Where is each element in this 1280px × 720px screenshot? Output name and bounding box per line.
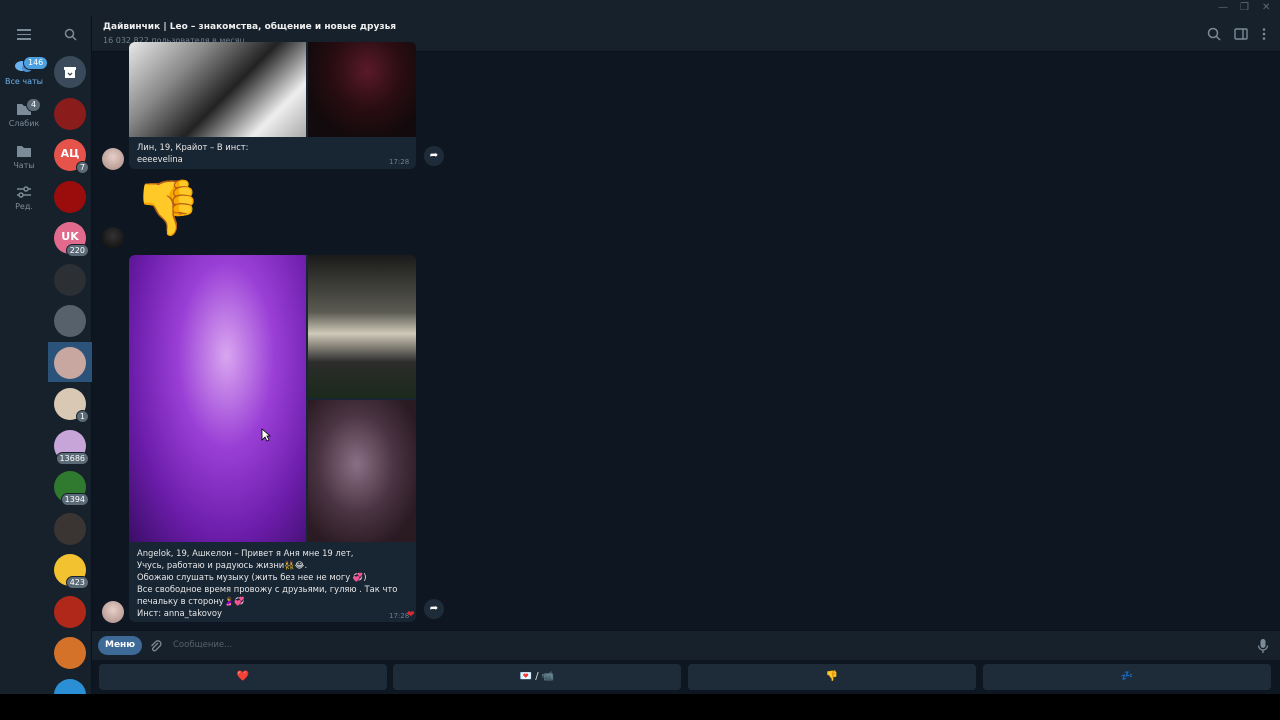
window-titlebar: — ❐ ✕ <box>0 0 1280 16</box>
keyboard-button-sleep[interactable]: 💤 <box>983 664 1271 690</box>
folder-label: Ред. <box>15 202 33 211</box>
unread-badge: 423 <box>65 576 89 589</box>
folder-label: Слабик <box>8 119 40 128</box>
unread-badge: 4 <box>26 98 42 112</box>
bot-reply-keyboard: ❤️ 💌 / 📹 👎 💤 <box>92 660 1280 694</box>
chat-avatar[interactable] <box>54 679 86 694</box>
message-time: 17:28 <box>389 158 410 166</box>
chat-avatar[interactable] <box>54 513 86 545</box>
search-icon[interactable] <box>64 28 77 41</box>
photo[interactable] <box>308 255 416 398</box>
unread-badge: 1 <box>75 410 89 423</box>
folders-sidebar: Все чаты 146 Слабик 4 Чаты Ред. <box>0 16 49 694</box>
keyboard-button-message[interactable]: 💌 / 📹 <box>393 664 681 690</box>
chat-avatar[interactable] <box>54 56 86 88</box>
microphone-icon[interactable] <box>1257 638 1269 654</box>
unread-badge: 220 <box>65 244 89 257</box>
unread-badge: 7 <box>75 161 89 174</box>
search-icon[interactable] <box>1206 26 1222 42</box>
unread-badge: 146 <box>23 56 49 70</box>
message-text: Лин, 19, Крайот – В инст: eeeevelina <box>137 142 249 164</box>
chat-avatar[interactable] <box>54 98 86 130</box>
chat-avatar[interactable] <box>54 347 86 379</box>
sliders-icon <box>17 186 31 198</box>
folder-slabik[interactable]: Слабик 4 <box>0 98 48 128</box>
sender-avatar[interactable] <box>102 601 124 623</box>
folder-label: Все чаты <box>5 77 43 86</box>
message-list[interactable]: Лин, 19, Крайот – В инст: eeeevelina 17:… <box>92 42 1280 630</box>
message-composer: Меню Сообщение... <box>92 630 1280 660</box>
chat-avatar[interactable] <box>54 264 86 296</box>
message-bubble[interactable]: Лин, 19, Крайот – В инст: eeeevelina 17:… <box>129 42 416 169</box>
sender-avatar[interactable] <box>102 227 124 249</box>
folder-all-chats[interactable]: Все чаты 146 <box>0 56 49 86</box>
folder-label: Чаты <box>13 161 35 170</box>
photo[interactable] <box>308 400 416 542</box>
keyboard-button-dislike[interactable]: 👎 <box>688 664 976 690</box>
forward-button[interactable]: ➦ <box>424 146 444 166</box>
close-icon[interactable]: ✕ <box>1262 2 1270 13</box>
chat-title: Дайвинчик | Leo – знакомства, общение и … <box>103 22 397 32</box>
unread-badge: 1394 <box>60 493 89 506</box>
more-options-icon[interactable] <box>1256 26 1272 42</box>
screen-bottom-bar <box>0 694 1280 720</box>
message-bubble[interactable]: Angelok, 19, Ашкелон – Привет я Аня мне … <box>129 255 416 622</box>
chat-avatar[interactable] <box>54 596 86 628</box>
telegram-window: — ❐ ✕ Все чаты 146 Слабик 4 Чаты Ред. АЦ… <box>0 0 1280 694</box>
chat-avatar[interactable] <box>54 181 86 213</box>
photo[interactable] <box>129 255 306 542</box>
unread-badge: 13686 <box>55 452 89 465</box>
forward-button[interactable]: ➦ <box>424 599 444 619</box>
hamburger-menu-icon[interactable] <box>17 29 31 40</box>
restore-icon[interactable]: ❐ <box>1240 2 1249 13</box>
archive-icon <box>64 67 76 78</box>
message-text: Angelok, 19, Ашкелон – Привет я Аня мне … <box>137 548 398 618</box>
attach-icon[interactable] <box>149 639 162 653</box>
photo[interactable] <box>308 42 416 137</box>
avatar-initials: UK <box>61 230 79 243</box>
message-input[interactable]: Сообщение... <box>173 640 232 650</box>
photo[interactable] <box>129 42 306 137</box>
folder-icon <box>17 146 31 157</box>
sender-avatar[interactable] <box>102 148 124 170</box>
bot-menu-button[interactable]: Меню <box>98 636 143 655</box>
folder-chats[interactable]: Чаты <box>0 144 48 170</box>
chat-avatar[interactable] <box>54 637 86 669</box>
avatar-initials: АЦ <box>60 147 80 160</box>
minimize-icon[interactable]: — <box>1218 2 1228 13</box>
chat-avatar[interactable] <box>54 305 86 337</box>
chat-list: АЦ 7 UK 220 1 13686 1394 423 <box>48 16 92 694</box>
mouse-cursor-icon <box>261 428 271 442</box>
reaction-heart[interactable]: ❤ <box>407 610 415 620</box>
keyboard-button-like[interactable]: ❤️ <box>99 664 387 690</box>
folder-edit[interactable]: Ред. <box>0 185 48 211</box>
emoji-sticker[interactable]: 👎 <box>134 176 201 240</box>
sidebar-toggle-icon[interactable] <box>1233 26 1249 42</box>
